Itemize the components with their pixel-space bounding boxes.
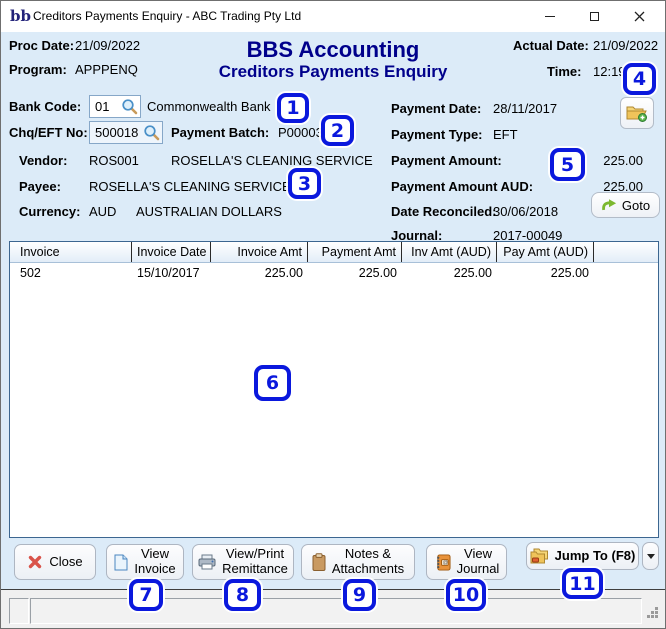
printer-icon <box>198 554 216 570</box>
column-header-filler <box>594 242 658 262</box>
payment-date-value: 28/11/2017 <box>493 101 558 116</box>
bank-name-value: Commonwealth Bank <box>147 99 271 114</box>
dropdown-arrow-icon <box>646 553 655 559</box>
column-header-3[interactable]: Invoice Amt <box>211 242 308 262</box>
time-label: Time: <box>547 64 582 79</box>
attachments-folder-button[interactable] <box>620 97 654 129</box>
time-value: 12:19 <box>593 64 626 79</box>
column-header-1[interactable]: Invoice <box>10 242 132 262</box>
view-invoice-button[interactable]: View Invoice <box>106 544 184 580</box>
date-reconciled-label: Date Reconciled: <box>391 204 497 219</box>
table-cell: 225.00 <box>358 266 397 280</box>
payment-date-label: Payment Date: <box>391 101 482 116</box>
date-reconciled-value: 30/06/2018 <box>493 204 559 219</box>
callout-2: 2 <box>321 115 354 146</box>
callout-7: 7 <box>129 579 163 611</box>
maximize-icon <box>590 12 599 21</box>
table-row[interactable]: 502 15/10/2017 225.00 225.00 225.00 225.00 <box>10 263 658 282</box>
magnifier-icon[interactable] <box>143 124 160 141</box>
actual-date-label: Actual Date: <box>513 38 589 53</box>
goto-arrow-icon <box>602 198 617 210</box>
callout-5: 5 <box>550 148 585 181</box>
payment-type-value: EFT <box>493 127 518 142</box>
svg-text:@: @ <box>442 560 447 566</box>
chq-eft-input[interactable]: 500018 <box>89 121 163 144</box>
currency-code-value: AUD <box>89 204 117 219</box>
callout-8: 8 <box>224 579 261 611</box>
view-print-remittance-label: View/Print Remittance <box>222 546 288 576</box>
chq-eft-label: Chq/EFT No: <box>9 125 88 140</box>
bank-code-label: Bank Code: <box>9 99 82 114</box>
jump-to-button[interactable]: Jump To (F8) <box>526 542 639 570</box>
view-journal-label: View Journal <box>456 546 500 576</box>
callout-6: 6 <box>254 365 291 401</box>
bank-code-value: 01 <box>95 99 110 114</box>
magnifier-icon[interactable] <box>121 98 138 115</box>
payment-batch-value: P00003 <box>278 125 323 140</box>
column-header-4[interactable]: Payment Amt <box>308 242 402 262</box>
app-window: bb Creditors Payments Enquiry - ABC Trad… <box>0 0 666 629</box>
bank-code-input[interactable]: 01 <box>89 95 141 118</box>
maximize-button[interactable] <box>572 1 617 32</box>
goto-button[interactable]: Goto <box>591 192 660 218</box>
table-cell: 15/10/2017 <box>137 266 200 280</box>
window-controls <box>527 1 662 32</box>
folder-add-icon <box>626 106 647 122</box>
table-cell: 502 <box>20 266 41 280</box>
chq-eft-value: 500018 <box>95 125 139 140</box>
view-invoice-label: View Invoice <box>134 546 176 576</box>
column-header-6[interactable]: Pay Amt (AUD) <box>497 242 594 262</box>
journal-book-icon: @ <box>436 553 451 571</box>
goto-label: Goto <box>621 197 651 213</box>
vendor-name-value: ROSELLA'S CLEANING SERVICE <box>171 153 373 168</box>
table-body: 502 15/10/2017 225.00 225.00 225.00 225.00 <box>10 263 658 282</box>
red-x-icon <box>29 555 42 569</box>
close-window-button[interactable] <box>617 1 662 32</box>
callout-11: 11 <box>562 568 603 599</box>
window-title: Creditors Payments Enquiry - ABC Trading… <box>33 9 302 23</box>
payee-value: ROSELLA'S CLEANING SERVICE <box>89 179 291 194</box>
column-header-5[interactable]: Inv Amt (AUD) <box>402 242 497 262</box>
table-cell: 225.00 <box>453 266 492 280</box>
vendor-label: Vendor: <box>19 153 68 168</box>
invoice-table[interactable]: Invoice Invoice Date Invoice Amt Payment Am… <box>9 241 659 538</box>
resize-grip[interactable] <box>647 607 659 619</box>
notes-attachments-button[interactable]: Notes & Attachments <box>301 544 415 580</box>
currency-name-value: AUSTRALIAN DOLLARS <box>136 204 282 219</box>
close-button-label: Close <box>49 553 83 569</box>
jump-to-label: Jump To (F8) <box>554 547 636 563</box>
vendor-code-value: ROS001 <box>89 153 139 168</box>
minimize-button[interactable] <box>527 1 572 32</box>
callout-10: 10 <box>446 579 486 611</box>
table-cell: 225.00 <box>264 266 303 280</box>
close-button[interactable]: Close <box>14 544 96 580</box>
minimize-icon <box>544 16 555 17</box>
callout-4: 4 <box>623 63 656 95</box>
actual-date-value: 21/09/2022 <box>593 38 659 53</box>
close-icon <box>634 11 645 22</box>
jump-folders-icon <box>530 548 548 564</box>
status-panel-left <box>9 598 29 624</box>
table-cell: 225.00 <box>550 266 589 280</box>
app-logo-icon: bb <box>10 7 31 25</box>
currency-label: Currency: <box>19 204 81 219</box>
view-print-remittance-button[interactable]: View/Print Remittance <box>192 544 294 580</box>
payment-amount-label: Payment Amount: <box>391 153 502 168</box>
column-header-2[interactable]: Invoice Date <box>132 242 211 262</box>
payee-label: Payee: <box>19 179 61 194</box>
status-panel-main <box>30 598 642 624</box>
callout-1: 1 <box>277 93 309 123</box>
payment-type-label: Payment Type: <box>391 127 483 142</box>
payment-batch-label: Payment Batch: <box>171 125 270 140</box>
table-header-row: Invoice Invoice Date Invoice Amt Payment Am… <box>10 242 658 263</box>
callout-3: 3 <box>288 168 321 199</box>
payment-amount-aud-label: Payment Amount AUD: <box>391 179 534 194</box>
view-journal-button[interactable]: @ View Journal <box>426 544 507 580</box>
title-bar[interactable]: bb Creditors Payments Enquiry - ABC Trad… <box>1 1 665 32</box>
document-icon <box>114 554 128 570</box>
jump-to-dropdown-button[interactable] <box>642 542 659 570</box>
callout-9: 9 <box>343 579 376 611</box>
clipboard-icon <box>312 553 326 571</box>
notes-attachments-label: Notes & Attachments <box>331 546 405 576</box>
